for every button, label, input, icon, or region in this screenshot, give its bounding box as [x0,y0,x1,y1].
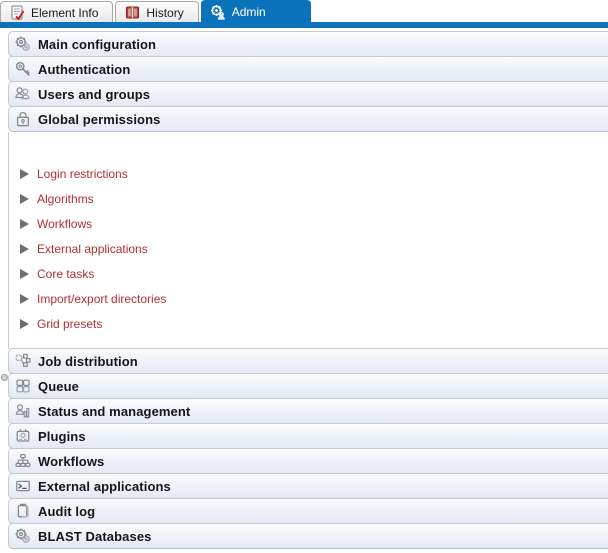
tree-item-grid-presets[interactable]: Grid presets [9,311,608,336]
tab-element-info-label: Element Info [31,5,99,20]
chevron-right-icon[interactable] [19,168,30,180]
gears-icon [15,36,31,52]
section-label: Plugins [38,428,86,444]
global-permissions-body: Login restrictions Algorithms Workflows … [8,132,608,349]
section-header-global-permissions[interactable]: Global permissions [8,106,608,132]
section-label: Main configuration [38,36,157,52]
tree-item-core-tasks[interactable]: Core tasks [9,261,608,286]
section-label: Workflows [38,453,105,469]
section-label: External applications [38,478,171,494]
history-book-icon [125,5,140,20]
panel-collapse-handle[interactable] [1,374,8,381]
workflow-tree-icon [15,453,31,469]
tree-item-label: Login restrictions [37,166,128,181]
tree-item-label: Core tasks [37,266,95,281]
section-label: BLAST Databases [38,528,152,544]
tree-item-label: Workflows [37,216,93,231]
section-header-main-configuration[interactable]: Main configuration [8,31,608,57]
chevron-right-icon[interactable] [19,318,30,330]
section-header-audit-log[interactable]: Audit log [8,498,608,524]
element-info-icon [10,5,25,20]
section-header-queue[interactable]: Queue [8,373,608,399]
tree-item-import-export-directories[interactable]: Import/export directories [9,286,608,311]
padlock-icon [15,111,31,127]
tab-list: Element Info History Admin [0,0,313,23]
section-label: Job distribution [38,353,138,369]
tree-item-workflows[interactable]: Workflows [9,211,608,236]
section-label: Status and management [38,403,191,419]
section-label: Audit log [38,503,96,519]
section-header-authentication[interactable]: Authentication [8,56,608,82]
chevron-right-icon[interactable] [19,218,30,230]
tree-item-algorithms[interactable]: Algorithms [9,186,608,211]
section-label: Authentication [38,61,131,77]
section-header-job-distribution[interactable]: Job distribution [8,348,608,374]
chevron-right-icon[interactable] [19,243,30,255]
tree-item-label: Grid presets [37,316,103,331]
section-label: Users and groups [38,86,151,102]
tree-item-login-restrictions[interactable]: Login restrictions [9,161,608,186]
chevron-right-icon[interactable] [19,293,30,305]
tab-bar: Element Info History Admin [0,0,608,28]
tab-admin-label: Admin [231,5,266,19]
key-icon [15,61,31,77]
section-header-users-and-groups[interactable]: Users and groups [8,81,608,107]
tree-item-label: Algorithms [37,191,94,206]
tab-admin[interactable]: Admin [200,0,311,23]
terminal-prompt-icon [15,478,31,494]
tab-history-label: History [146,5,184,20]
tab-element-info[interactable]: Element Info [0,1,114,23]
gears-icon [15,528,31,544]
users-group-icon [15,86,31,102]
section-header-external-applications[interactable]: External applications [8,473,608,499]
admin-gear-people-icon [210,4,226,20]
tree-item-label: External applications [37,241,148,256]
status-chart-icon [15,403,31,419]
section-header-workflows[interactable]: Workflows [8,448,608,474]
admin-accordion: Main configuration Authentication Users … [0,31,608,549]
section-header-status-and-management[interactable]: Status and management [8,398,608,424]
section-header-blast-databases[interactable]: BLAST Databases [8,523,608,549]
tab-history[interactable]: History [115,1,199,23]
section-label: Queue [38,378,79,394]
tree-item-external-applications[interactable]: External applications [9,236,608,261]
section-label: Global permissions [38,111,161,127]
chevron-right-icon[interactable] [19,268,30,280]
section-header-plugins[interactable]: Plugins [8,423,608,449]
tree-item-label: Import/export directories [37,291,167,306]
chevron-right-icon[interactable] [19,193,30,205]
job-distribution-icon [15,353,31,369]
plugin-icon [15,428,31,444]
queue-blocks-icon [15,378,31,394]
clipboard-icon [15,503,31,519]
